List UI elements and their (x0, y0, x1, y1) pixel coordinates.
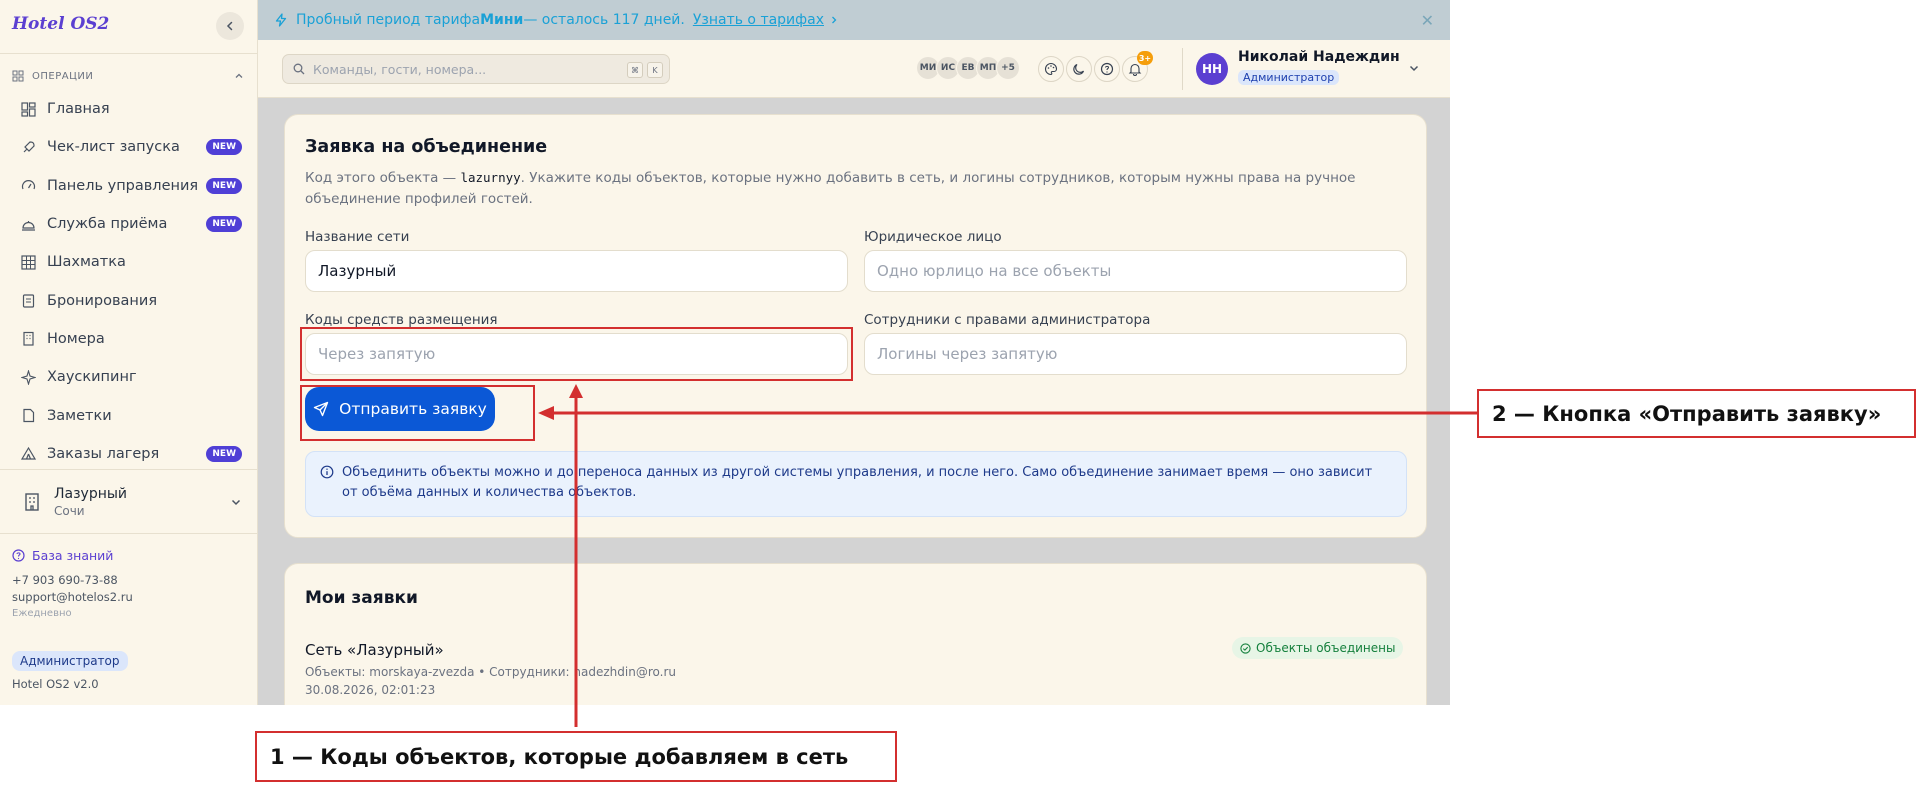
arrow-to-submit-button (538, 406, 1477, 420)
arrow-to-codes-field (569, 384, 583, 727)
callout-property-codes: 1 — Коды объектов, которые добавляем в с… (255, 731, 897, 782)
callout-submit-button: 2 — Кнопка «Отправить заявку» (1477, 389, 1916, 438)
